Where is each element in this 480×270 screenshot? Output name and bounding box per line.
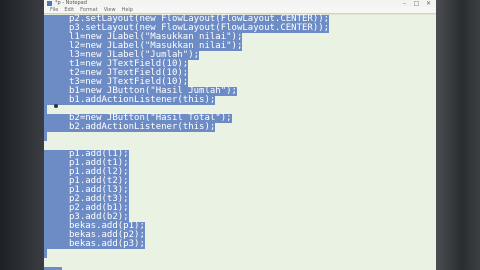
minimize-button[interactable]: –: [400, 0, 409, 7]
menu-bar: File Edit Format View Help: [44, 7, 436, 14]
code-line: b1.addActionListener(this);: [44, 96, 216, 105]
selected-text: bekas.add(p3);: [44, 240, 145, 249]
close-button[interactable]: ✕: [424, 0, 433, 7]
selected-text: b2.addActionListener(this);: [44, 123, 216, 132]
blank-line: [44, 105, 47, 114]
menu-format[interactable]: Format: [80, 7, 98, 13]
text-editor[interactable]: p2.setLayout(new FlowLayout(FlowLayout.C…: [44, 15, 436, 270]
blank-line: [44, 249, 47, 258]
maximize-button[interactable]: □: [412, 0, 421, 7]
right-wall: [436, 0, 480, 270]
menu-help[interactable]: Help: [122, 7, 133, 13]
code-line: b2.addActionListener(this);: [44, 123, 216, 132]
menu-file[interactable]: File: [50, 7, 58, 13]
selected-text: b1.addActionListener(this);: [44, 96, 216, 105]
blank-line: [44, 132, 47, 141]
notepad-icon: ▪: [47, 1, 52, 6]
menu-edit[interactable]: Edit: [64, 7, 74, 13]
window-title: *p - Notepad: [55, 0, 87, 6]
mouse-cursor: [54, 104, 58, 108]
notepad-window: ▪ *p - Notepad – □ ✕ File Edit Format Vi…: [44, 0, 436, 270]
left-wall: [0, 0, 44, 270]
code-line: bekas.add(p3);: [44, 240, 145, 249]
menu-view[interactable]: View: [104, 7, 116, 13]
